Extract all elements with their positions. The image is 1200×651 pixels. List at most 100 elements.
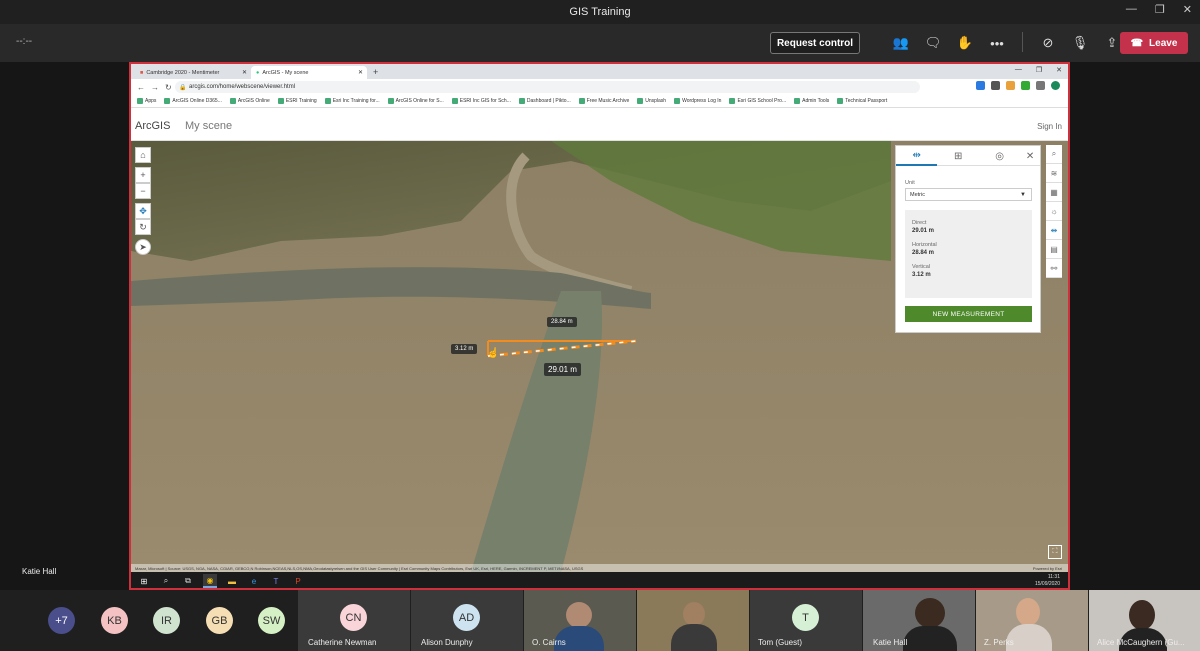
mic-off-icon[interactable]: 🎙 — [1071, 32, 1089, 54]
bookmark-item[interactable]: ArcGIS Online — [229, 98, 270, 104]
edge-icon[interactable]: e — [247, 574, 261, 588]
attribution-text: Maxar, Microsoft | Source: USGS, NGA, NA… — [135, 565, 584, 571]
overflow-participants-button[interactable]: +7 — [48, 607, 75, 634]
taskbar-clock[interactable]: 11:31 15/09/2020 — [1035, 574, 1060, 588]
panel-close-icon[interactable]: ✕ — [1020, 146, 1040, 166]
bookmark-item[interactable]: Dashboard | Pikto... — [518, 98, 571, 104]
extension-icon[interactable] — [1006, 81, 1015, 90]
more-options-icon[interactable]: ••• — [988, 32, 1006, 54]
chevron-down-icon: ▼ — [1020, 191, 1026, 198]
participant-avatar[interactable]: KB — [101, 607, 128, 634]
bookmark-item[interactable]: ESRI Inc GIS for Sch... — [451, 98, 511, 104]
vertical-value: 3.12 m — [912, 272, 931, 278]
minimize-icon[interactable]: — — [1126, 3, 1137, 16]
participant-video[interactable]: O. Cairns — [524, 590, 636, 651]
tab-close-icon[interactable]: ✕ — [358, 69, 363, 76]
new-tab-icon[interactable]: + — [373, 66, 378, 79]
bookmark-item[interactable]: Esri GIS School Pro... — [729, 98, 786, 104]
profile-avatar-icon[interactable] — [1051, 81, 1060, 90]
browser-window-controls: — ❐ ✕ — [1015, 66, 1062, 74]
area-measure-tab-icon[interactable]: ⊞ — [937, 146, 978, 166]
url-input[interactable]: 🔒 arcgis.com/home/webscene/viewer.html — [175, 81, 920, 93]
windows-start-icon[interactable]: ⊞ — [137, 574, 151, 588]
line-measure-tab-icon[interactable]: ⇹ — [896, 146, 938, 166]
restore-icon[interactable]: ❐ — [1036, 66, 1042, 74]
participant-video[interactable]: Z. Perks — [976, 590, 1088, 651]
scene-title[interactable]: My scene — [185, 120, 232, 132]
reload-icon[interactable]: ↻ — [165, 83, 172, 92]
presenter-name: Katie Hall — [22, 567, 57, 576]
tab-close-icon[interactable]: ✕ — [242, 69, 247, 76]
bookmark-item[interactable]: Admin Tools — [794, 98, 829, 104]
minimize-icon[interactable]: — — [1015, 66, 1022, 74]
participant-tile[interactable]: T Tom (Guest) — [750, 590, 862, 651]
chat-icon[interactable]: 🗨 — [924, 32, 942, 54]
slides-icon[interactable]: ▤ — [1046, 240, 1062, 259]
participant-tile[interactable]: CN Catherine Newman — [298, 590, 410, 651]
shared-screen: ■ Cambridge 2020 - Mentimeter ✕ ● ArcGIS… — [129, 62, 1070, 590]
browser-tab[interactable]: ■ Cambridge 2020 - Mentimeter ✕ — [135, 66, 251, 79]
basemap-icon[interactable]: ▦ — [1046, 183, 1062, 202]
participant-avatar: CN — [340, 604, 367, 631]
camera-off-icon[interactable]: ⊘ — [1039, 32, 1057, 54]
slice-tab-icon[interactable]: ◎ — [979, 146, 1020, 166]
bookmark-item[interactable]: Esri Inc Training for... — [324, 98, 380, 104]
bookmark-favicon-icon — [837, 98, 844, 104]
chrome-icon[interactable]: ◉ — [203, 574, 217, 588]
fullscreen-icon[interactable]: ⛶ — [1048, 545, 1062, 559]
participant-name: Alison Dunphy — [421, 638, 473, 647]
window-controls: — ❐ ✕ — [1126, 3, 1192, 16]
arcgis-logo[interactable]: ArcGIS — [135, 120, 170, 132]
participant-avatar[interactable]: IR — [153, 607, 180, 634]
participant-video[interactable] — [637, 590, 749, 651]
bookmark-item[interactable]: Technical Passport — [837, 98, 887, 104]
url-text: arcgis.com/home/webscene/viewer.html — [189, 84, 296, 90]
clock-time: 11:31 — [1047, 574, 1060, 580]
extension-icon[interactable] — [1021, 81, 1030, 90]
daylight-icon[interactable]: ☼ — [1046, 202, 1062, 221]
raise-hand-icon[interactable]: ✋ — [956, 32, 974, 54]
participant-tile[interactable]: AD Alison Dunphy — [411, 590, 523, 651]
share-icon[interactable]: ⚯ — [1046, 259, 1062, 278]
file-explorer-icon[interactable]: ▬ — [225, 574, 239, 588]
search-icon[interactable]: ⌕ — [159, 574, 173, 588]
powered-by-text[interactable]: Powered by Esri — [1033, 566, 1062, 571]
extension-icon[interactable] — [1036, 81, 1045, 90]
leave-button[interactable]: ☎ Leave — [1120, 32, 1188, 54]
participant-avatar[interactable]: GB — [206, 607, 233, 634]
scene-view[interactable]: ⌂ + − ✥ ↻ ➤ 28.84 m 3.12 m 29.01 m ☝ ⇹ ⊞… — [131, 141, 1068, 572]
bookmark-item[interactable]: Apps — [137, 98, 156, 104]
search-icon[interactable]: ⌕ — [1046, 145, 1062, 164]
bookmark-item[interactable]: ESRI Training — [277, 98, 317, 104]
bookmark-label: ArcGIS Online — [237, 98, 270, 104]
participants-icon[interactable]: 👥 — [892, 32, 910, 54]
extension-icon[interactable] — [991, 81, 1000, 90]
bookmark-item[interactable]: Unsplash — [637, 98, 666, 104]
bookmark-item[interactable]: Wordpress Log In — [674, 98, 721, 104]
participant-video[interactable]: Katie Hall — [863, 590, 975, 651]
bookmark-item[interactable]: ArcGIS Online for S... — [387, 98, 444, 104]
sign-in-link[interactable]: Sign In — [1037, 122, 1062, 131]
task-view-icon[interactable]: ⧉ — [181, 574, 195, 588]
bookmark-item[interactable]: Free Music Archive — [578, 98, 629, 104]
extension-icon[interactable] — [976, 81, 985, 90]
request-control-button[interactable]: Request control — [770, 32, 860, 54]
restore-icon[interactable]: ❐ — [1155, 3, 1165, 16]
video-person — [915, 598, 945, 628]
participant-video[interactable]: Alice McCaughern (Gu... — [1089, 590, 1200, 651]
powerpoint-icon[interactable]: P — [291, 574, 305, 588]
forward-icon[interactable]: → — [151, 83, 159, 92]
bookmark-item[interactable]: ArcGIS Online D365... — [164, 98, 222, 104]
back-icon[interactable]: ← — [137, 83, 145, 92]
close-icon[interactable]: ✕ — [1183, 3, 1192, 16]
unit-select[interactable]: Metric ▼ — [905, 188, 1032, 201]
layers-icon[interactable]: ≋ — [1046, 164, 1062, 183]
new-measurement-button[interactable]: NEW MEASUREMENT — [905, 306, 1032, 322]
teams-icon[interactable]: T — [269, 574, 283, 588]
share-screen-icon[interactable]: ⇪ — [1103, 32, 1121, 54]
bookmark-favicon-icon — [164, 98, 171, 104]
browser-tab-active[interactable]: ● ArcGIS - My scene ✕ — [251, 66, 367, 79]
measure-icon[interactable]: ⇹ — [1046, 221, 1062, 240]
close-icon[interactable]: ✕ — [1056, 66, 1062, 74]
participant-avatar[interactable]: SW — [258, 607, 285, 634]
